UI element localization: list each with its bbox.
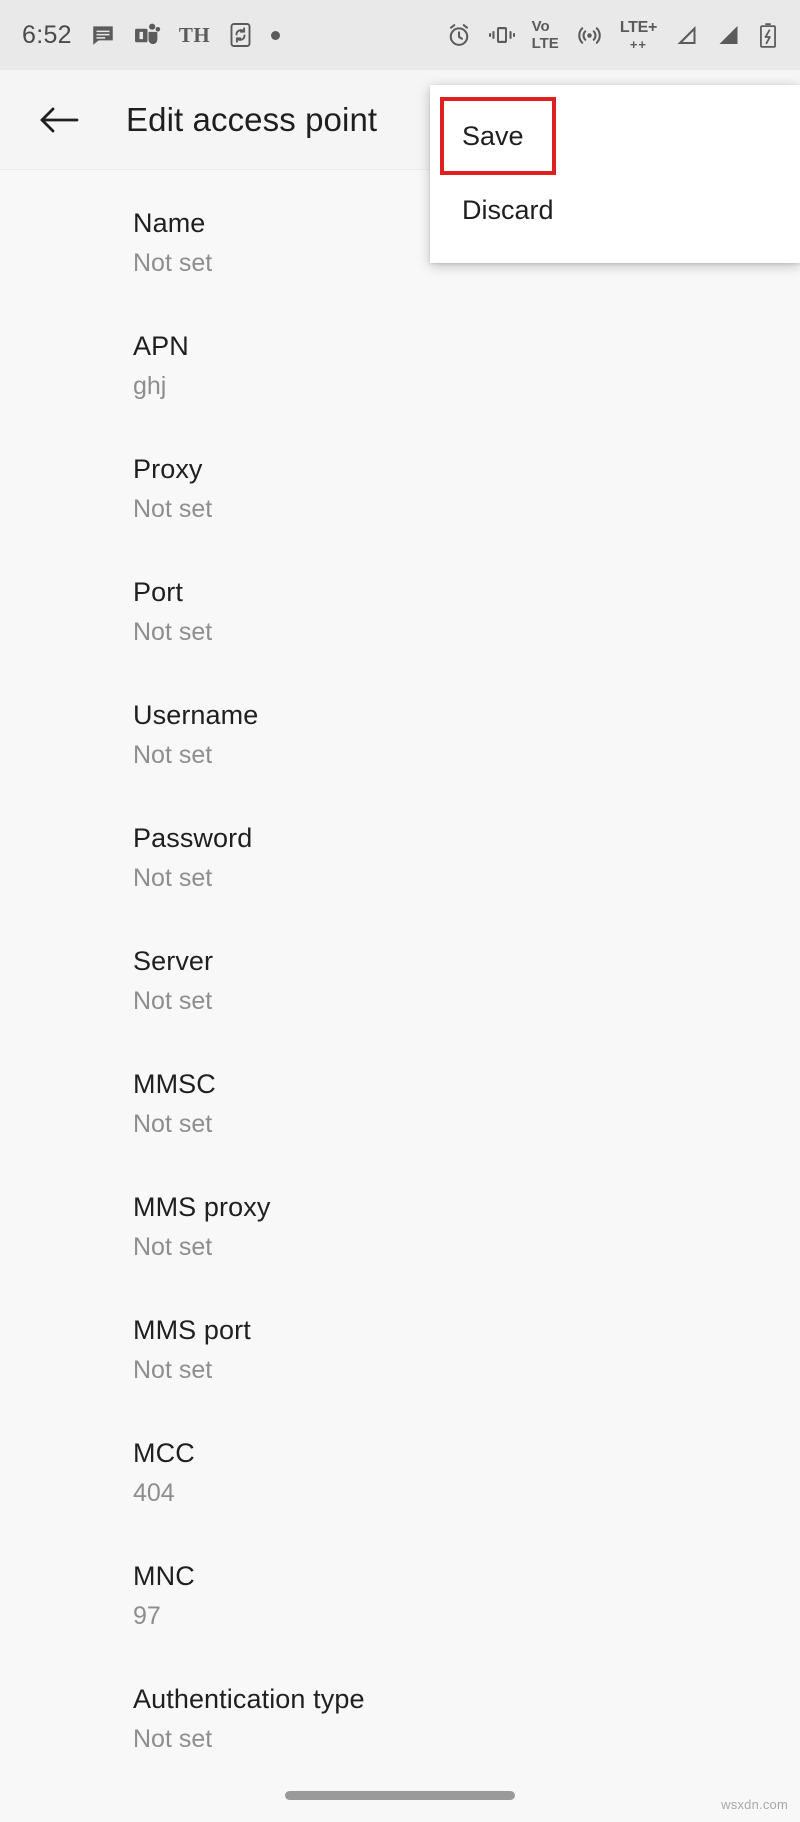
watermark-text: wsxdn.com [721,1797,788,1812]
list-item-title: MCC [133,1437,195,1468]
status-bar-left: 6:52 TH [22,21,446,50]
status-bar: 6:52 TH Vo LTE LTE+ ++ [0,0,800,70]
list-item-value: Not set [133,1725,213,1754]
notification-dot-icon [271,30,281,40]
overflow-menu: Save Discard [430,85,800,263]
list-item-title: MMS proxy [133,1191,271,1222]
list-item-mmsc[interactable]: MMSC Not set [0,1042,800,1165]
list-item-title: Authentication type [133,1683,365,1714]
phone-screen: 6:52 TH Vo LTE LTE+ ++ Edit access point… [0,0,800,1822]
access-point-settings-list: Name Not set APN ghj Proxy Not set Port … [0,171,800,1822]
list-item-mnc[interactable]: MNC 97 [0,1534,800,1657]
list-item-value: Not set [133,1233,213,1262]
list-item-title: Proxy [133,453,203,484]
list-item-proxy[interactable]: Proxy Not set [0,427,800,550]
menu-item-discard[interactable]: Discard [430,173,800,247]
messages-icon [90,22,116,48]
list-item-value: Not set [133,741,213,770]
volte-icon: Vo LTE [532,19,559,51]
list-item-value: Not set [133,1110,213,1139]
status-bar-right: Vo LTE LTE+ ++ [446,19,778,51]
system-navigation-bar [0,1762,800,1822]
menu-item-save[interactable]: Save [440,97,556,175]
vibrate-icon [488,23,515,47]
signal-sim1-icon [674,23,699,47]
list-item-mms-port[interactable]: MMS port Not set [0,1288,800,1411]
list-item-title: Password [133,822,253,853]
list-item-value: Not set [133,987,213,1016]
back-arrow-icon [40,107,79,132]
list-item-value: Not set [133,864,213,893]
list-item-port[interactable]: Port Not set [0,550,800,673]
list-item-title: Server [133,945,214,976]
list-item-mcc[interactable]: MCC 404 [0,1411,800,1534]
list-item-server[interactable]: Server Not set [0,919,800,1042]
list-item-value: Not set [133,618,213,647]
lte-plus-icon: LTE+ ++ [619,18,657,52]
phone-sync-icon [228,22,253,48]
list-item-title: MMS port [133,1314,251,1345]
menu-item-discard-label: Discard [462,194,554,225]
teams-icon [134,22,161,48]
list-item-title: MMSC [133,1068,216,1099]
page-title: Edit access point [126,100,378,138]
list-item-title: APN [133,330,189,361]
list-item-title: Port [133,576,183,607]
list-item-title: MNC [133,1560,195,1591]
list-item-value: 97 [133,1602,161,1631]
lte-arrows-label: ++ [629,36,647,52]
list-item-mms-proxy[interactable]: MMS proxy Not set [0,1165,800,1288]
back-button[interactable] [30,91,88,149]
list-item-value: ghj [133,372,167,401]
list-item-username[interactable]: Username Not set [0,673,800,796]
home-gesture-pill[interactable] [285,1790,515,1800]
list-item-value: Not set [133,1356,213,1385]
list-item-title: Username [133,699,259,730]
list-item-value: 404 [133,1479,175,1508]
alarm-icon [446,22,472,48]
list-item-apn[interactable]: APN ghj [0,304,800,427]
status-bar-clock: 6:52 [22,20,72,49]
menu-item-save-label: Save [462,120,524,151]
lte-label: LTE+ [619,18,657,36]
battery-charging-icon [758,22,778,49]
volte-label-bottom: LTE [531,35,559,52]
th-keyboard-indicator: TH [178,22,211,47]
volte-label-top: Vo [531,18,550,35]
hotspot-icon [576,22,603,48]
list-item-value: Not set [133,495,213,524]
list-item-password[interactable]: Password Not set [0,796,800,919]
signal-sim2-icon [716,23,741,47]
